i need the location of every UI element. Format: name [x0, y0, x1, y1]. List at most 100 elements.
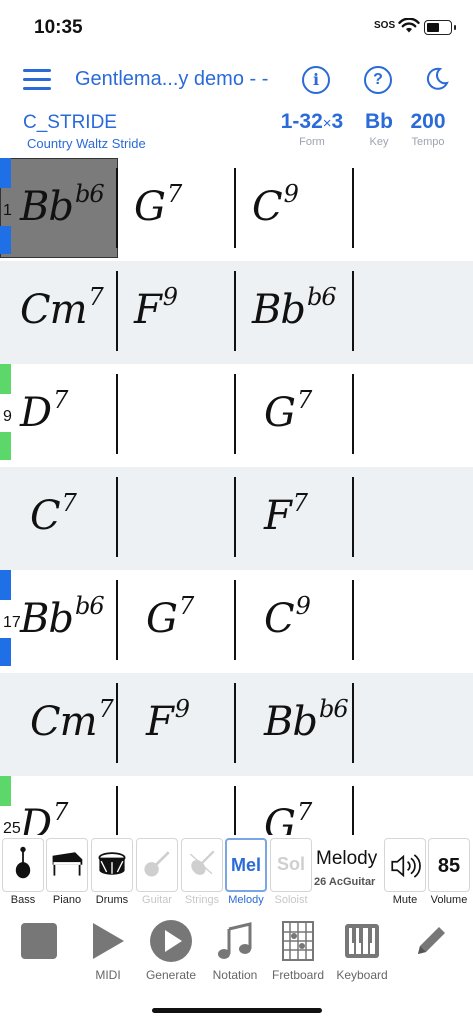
- chord-bar[interactable]: [354, 261, 473, 364]
- status-bar: 10:35 SOS: [0, 0, 473, 56]
- chord-bar[interactable]: [118, 364, 236, 467]
- chord-symbol: Bbb6: [264, 695, 349, 745]
- chord-bar[interactable]: D7: [0, 364, 118, 467]
- drums-icon: [98, 852, 126, 875]
- chord-bar[interactable]: Bbb6: [236, 673, 354, 776]
- chord-bar[interactable]: [118, 776, 236, 835]
- chord-row: Cm7 F9 Bbb6: [0, 261, 473, 364]
- nav-bar: Gentlema...y demo - - i ?: [0, 56, 473, 104]
- chord-row: D7 G7 9: [0, 364, 473, 467]
- chord-bar[interactable]: G7: [118, 158, 236, 261]
- chord-bar[interactable]: Cm7: [0, 673, 118, 776]
- chord-root: G: [146, 596, 178, 642]
- fretboard-button[interactable]: Fretboard: [263, 918, 333, 982]
- chord-bar[interactable]: C9: [236, 158, 354, 261]
- chord-bar[interactable]: [118, 467, 236, 570]
- melody-button-text: Mel: [230, 855, 261, 875]
- notation-label: Notation: [212, 968, 258, 982]
- midi-label: MIDI: [95, 968, 121, 982]
- chord-bar[interactable]: [354, 467, 473, 570]
- chord-bar[interactable]: C9: [236, 570, 354, 673]
- chord-root: G: [264, 802, 296, 835]
- chord-bar[interactable]: Cm7: [0, 261, 118, 364]
- chord-symbol: G7: [134, 180, 182, 230]
- track-instrument[interactable]: 26 AcGuitar: [314, 876, 375, 888]
- help-icon[interactable]: ?: [364, 66, 392, 94]
- midi-button[interactable]: MIDI: [73, 918, 143, 982]
- chord-bar[interactable]: C7: [0, 467, 118, 570]
- chord-symbol: D7: [20, 386, 68, 436]
- volume-label: Volume: [430, 894, 468, 906]
- chord-bar[interactable]: G7: [118, 570, 236, 673]
- chord-bar[interactable]: [354, 158, 473, 261]
- chord-root: G: [264, 390, 296, 436]
- bar-number: 9: [3, 408, 12, 425]
- bass-button[interactable]: [2, 838, 44, 892]
- chord-bar[interactable]: [354, 570, 473, 673]
- stop-button[interactable]: [4, 918, 74, 982]
- chord-bar[interactable]: G7: [236, 776, 354, 835]
- notation-button[interactable]: Notation: [200, 918, 270, 982]
- chord-bar[interactable]: F9: [118, 673, 236, 776]
- chord-bar[interactable]: G7: [236, 364, 354, 467]
- song-title[interactable]: Gentlema...y demo - -: [75, 68, 268, 91]
- chord-bar[interactable]: [354, 673, 473, 776]
- chord-symbol: Cm7: [30, 695, 114, 745]
- style-row: C_STRIDE Country Waltz Stride 1-32×3 For…: [0, 106, 473, 156]
- strings-button[interactable]: [181, 838, 223, 892]
- guitar-icon: [144, 851, 170, 877]
- style-name[interactable]: C_STRIDE: [23, 112, 117, 134]
- chord-bar[interactable]: F9: [118, 261, 236, 364]
- bottom-toolbar: MIDI Generate Notation Fretboard Keyboar…: [0, 912, 473, 992]
- chord-bar[interactable]: [354, 364, 473, 467]
- chord-symbol: G7: [146, 592, 194, 642]
- edit-button[interactable]: [396, 918, 466, 982]
- home-indicator[interactable]: [152, 1008, 322, 1013]
- chord-symbol: Cm7: [20, 283, 104, 333]
- tempo-field[interactable]: 200 Tempo: [404, 110, 452, 148]
- key-field[interactable]: Bb Key: [360, 110, 398, 148]
- mute-button[interactable]: [384, 838, 426, 892]
- melody-button[interactable]: Mel: [225, 838, 267, 892]
- chord-symbol: F9: [146, 695, 190, 745]
- keyboard-button[interactable]: Keyboard: [327, 918, 397, 982]
- chord-bar[interactable]: Bbb6: [0, 158, 118, 261]
- info-icon[interactable]: i: [302, 66, 330, 94]
- moon-icon[interactable]: [424, 66, 450, 92]
- generate-button[interactable]: Generate: [136, 918, 206, 982]
- drums-button[interactable]: [91, 838, 133, 892]
- chord-row: Cm7 F9 Bbb6: [0, 673, 473, 776]
- piano-button[interactable]: [46, 838, 88, 892]
- fretboard-label: Fretboard: [271, 968, 325, 982]
- chord-symbol: G7: [264, 386, 312, 436]
- chord-extension: 9: [174, 695, 190, 723]
- chord-symbol: F9: [134, 283, 178, 333]
- chord-bar[interactable]: [354, 776, 473, 835]
- chord-symbol: C9: [252, 180, 299, 230]
- chord-extension: b6: [319, 695, 349, 723]
- form-field[interactable]: 1-32×3 Form: [274, 110, 350, 148]
- bar-number: 1: [3, 202, 12, 219]
- soloist-button[interactable]: Sol: [270, 838, 312, 892]
- chord-grid[interactable]: Bbb6 G7 C9 1 Cm7 F9 Bbb6 D7 G7 9 C7 F7 Bbb6 G7 C9 17 Cm7…: [0, 158, 473, 835]
- section-marker: [0, 432, 11, 460]
- volume-button[interactable]: 85: [428, 838, 470, 892]
- track-name[interactable]: Melody: [316, 848, 377, 870]
- menu-icon[interactable]: [23, 69, 51, 91]
- chord-extension: 9: [295, 592, 311, 620]
- chord-row: C7 F7: [0, 467, 473, 570]
- chord-bar[interactable]: F7: [236, 467, 354, 570]
- key-label: Key: [369, 136, 389, 148]
- section-marker: [0, 364, 11, 394]
- guitar-button[interactable]: [136, 838, 178, 892]
- chord-extension: b6: [75, 592, 105, 620]
- key-value: Bb: [365, 110, 393, 133]
- tempo-value: 200: [410, 110, 446, 133]
- soloist-button-text: Sol: [276, 854, 305, 874]
- bar-number: 25: [3, 820, 21, 835]
- chord-symbol: Bbb6: [20, 180, 105, 230]
- chord-bar[interactable]: Bbb6: [236, 261, 354, 364]
- chord-extension: 7: [98, 695, 114, 723]
- form-repeat: 3: [331, 110, 344, 133]
- volume-value: 85: [437, 855, 461, 877]
